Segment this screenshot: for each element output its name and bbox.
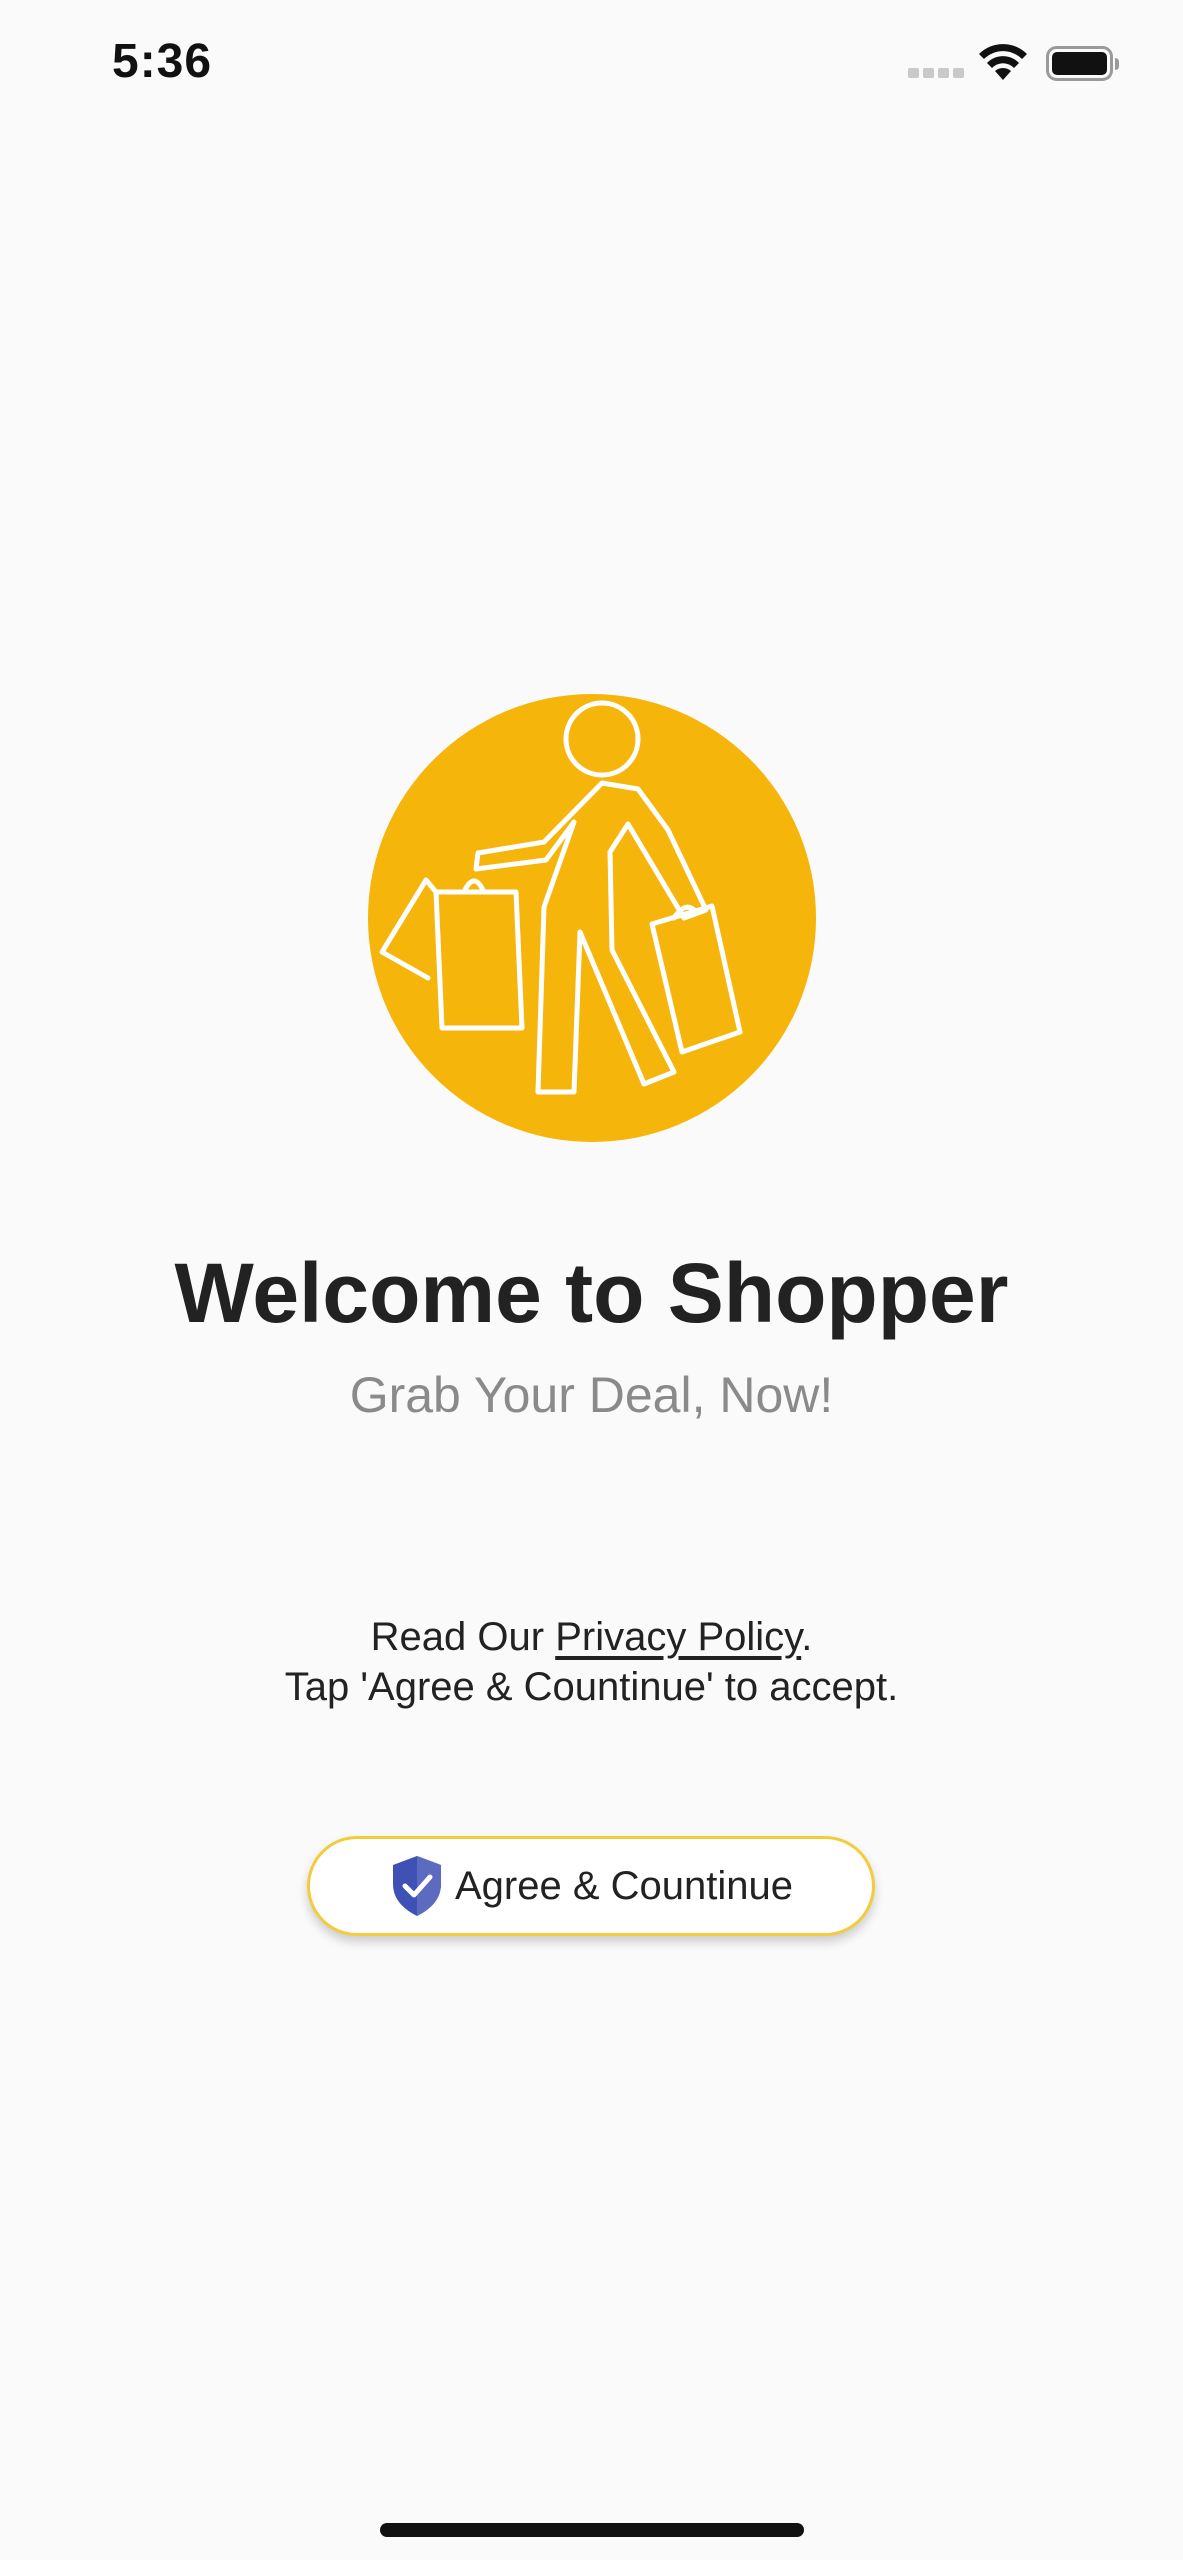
shield-check-icon — [392, 1856, 441, 1916]
status-time: 5:36 — [112, 35, 213, 88]
status-bar: 5:36 — [0, 0, 1183, 130]
privacy-prefix: Read Our — [370, 1615, 556, 1659]
welcome-title: Welcome to Shopper — [174, 1246, 1009, 1340]
welcome-subtitle: Grab Your Deal, Now! — [349, 1367, 834, 1423]
wifi-icon — [979, 44, 1027, 80]
agree-continue-label: Agree & Countinue — [454, 1863, 793, 1908]
agree-continue-button[interactable]: Agree & Countinue — [307, 1836, 875, 1936]
privacy-notice: Read Our Privacy Policy. Tap 'Agree & Co… — [0, 1612, 1183, 1712]
privacy-instruction: Tap 'Agree & Countinue' to accept. — [284, 1665, 899, 1709]
privacy-line: Read Our Privacy Policy. — [0, 1612, 1183, 1662]
battery-icon — [1046, 46, 1119, 81]
home-indicator[interactable] — [380, 2523, 804, 2537]
shopper-logo-icon — [368, 694, 816, 1142]
privacy-policy-link[interactable]: Privacy Policy — [555, 1615, 801, 1659]
cellular-signal-icon — [908, 68, 964, 82]
privacy-suffix: . — [801, 1615, 813, 1659]
